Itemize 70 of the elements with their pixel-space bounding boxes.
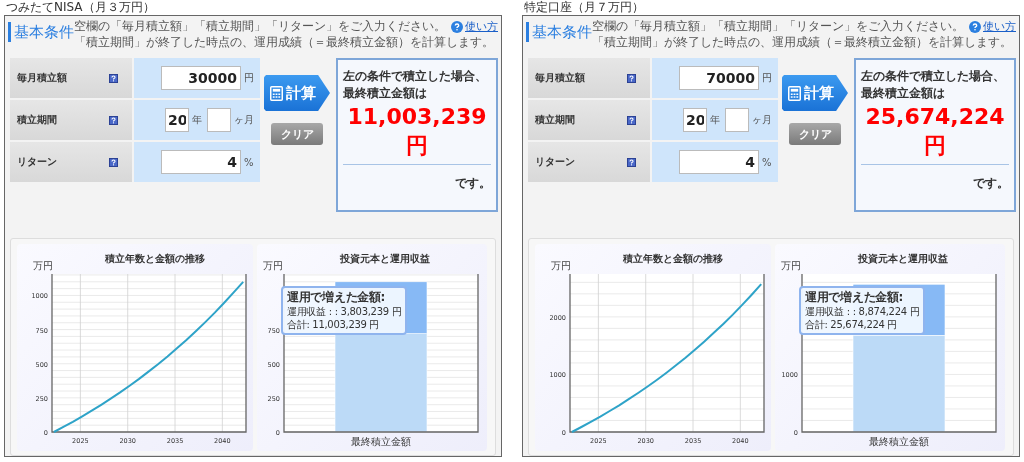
field-label: 積立期間 bbox=[535, 113, 575, 127]
chart-title: 積立年数と金額の推移 bbox=[105, 253, 205, 264]
help-icon[interactable] bbox=[109, 73, 118, 83]
chart-title: 投資元本と運用収益 bbox=[340, 253, 430, 264]
tooltip-text: 運用収益 : : 3,803,239 円 bbox=[287, 305, 402, 318]
unit-label: ヶ月 bbox=[234, 113, 255, 127]
help-link[interactable]: 使い方 bbox=[969, 19, 1016, 35]
calculator-icon bbox=[788, 85, 801, 101]
instruction-text: 「積立期間」が終了した時点の、運用成績（＝最終積立金額）を計算します。 bbox=[74, 34, 495, 50]
tooltip-title: 運用で増えた金額: bbox=[805, 290, 905, 305]
tooltip-text: 合計: 11,003,239 円 bbox=[287, 318, 381, 331]
field-label: 毎月積立額 bbox=[17, 71, 67, 85]
tooltip-text: 合計: 25,674,224 円 bbox=[805, 318, 899, 331]
result-text: 左の条件で積立した場合、 bbox=[343, 68, 488, 85]
input-field[interactable]: 20 bbox=[165, 108, 189, 132]
input-field[interactable] bbox=[207, 108, 231, 132]
field-label: リターン bbox=[535, 155, 575, 169]
unit-label: % bbox=[244, 156, 255, 168]
input-field[interactable]: 70000 bbox=[679, 66, 759, 90]
help-icon bbox=[969, 20, 981, 33]
input-field[interactable]: 4 bbox=[679, 150, 759, 174]
result-text: 最終積立金額は bbox=[861, 85, 946, 102]
unit-label: 年 bbox=[192, 113, 203, 127]
help-link[interactable]: 使い方 bbox=[451, 19, 498, 35]
result-text: 左の条件で積立した場合、 bbox=[861, 68, 1006, 85]
calculate-button[interactable]: 計算 bbox=[264, 75, 330, 111]
instruction-text: 「積立期間」が終了した時点の、運用成績（＝最終積立金額）を計算します。 bbox=[592, 34, 1013, 50]
result-amount: 11,003,239 bbox=[347, 103, 487, 131]
result-unit: 円 bbox=[924, 132, 946, 160]
unit-label: ヶ月 bbox=[752, 113, 773, 127]
help-icon[interactable] bbox=[627, 73, 636, 83]
tooltip-text: 運用収益 : : 8,874,224 円 bbox=[805, 305, 920, 318]
axis-unit: 万円 bbox=[33, 260, 53, 271]
chart-title: 積立年数と金額の推移 bbox=[623, 253, 723, 264]
result-text: です。 bbox=[455, 175, 491, 192]
instruction-text: 空欄の「毎月積立額」「積立期間」「リターン」をご入力ください。 bbox=[74, 19, 447, 33]
axis-unit: 万円 bbox=[781, 260, 801, 271]
chart-title: 投資元本と運用収益 bbox=[858, 253, 948, 264]
help-icon bbox=[451, 20, 463, 33]
result-text: 最終積立金額は bbox=[343, 85, 428, 102]
field-label: 積立期間 bbox=[17, 113, 57, 127]
axis-unit: 万円 bbox=[551, 260, 571, 271]
result-amount: 25,674,224 bbox=[865, 103, 1005, 131]
calculate-button[interactable]: 計算 bbox=[782, 75, 848, 111]
help-icon[interactable] bbox=[627, 157, 636, 167]
panel-title: 特定口座（月７万円） bbox=[523, 0, 645, 15]
unit-label: 円 bbox=[244, 71, 255, 85]
input-field[interactable]: 4 bbox=[161, 150, 241, 174]
input-field[interactable] bbox=[725, 108, 749, 132]
instruction-text: 空欄の「毎月積立額」「積立期間」「リターン」をご入力ください。 bbox=[592, 19, 965, 33]
panel-title: つみたてNISA（月３万円） bbox=[5, 0, 156, 15]
input-field[interactable]: 30000 bbox=[161, 66, 241, 90]
section-heading: 基本条件 bbox=[526, 22, 592, 42]
result-text: です。 bbox=[973, 175, 1009, 192]
calculator-icon bbox=[270, 85, 283, 101]
unit-label: 年 bbox=[710, 113, 721, 127]
unit-label: 円 bbox=[762, 71, 773, 85]
help-icon[interactable] bbox=[109, 115, 118, 125]
tooltip-title: 運用で増えた金額: bbox=[287, 290, 387, 305]
axis-unit: 万円 bbox=[263, 260, 283, 271]
input-field[interactable]: 20 bbox=[683, 108, 707, 132]
help-icon[interactable] bbox=[627, 115, 636, 125]
field-label: リターン bbox=[17, 155, 57, 169]
section-heading: 基本条件 bbox=[8, 22, 74, 42]
category-label: 最終積立金額 bbox=[351, 436, 411, 447]
help-icon[interactable] bbox=[109, 157, 118, 167]
unit-label: % bbox=[762, 156, 773, 168]
field-label: 毎月積立額 bbox=[535, 71, 585, 85]
category-label: 最終積立金額 bbox=[869, 436, 929, 447]
result-unit: 円 bbox=[406, 132, 428, 160]
